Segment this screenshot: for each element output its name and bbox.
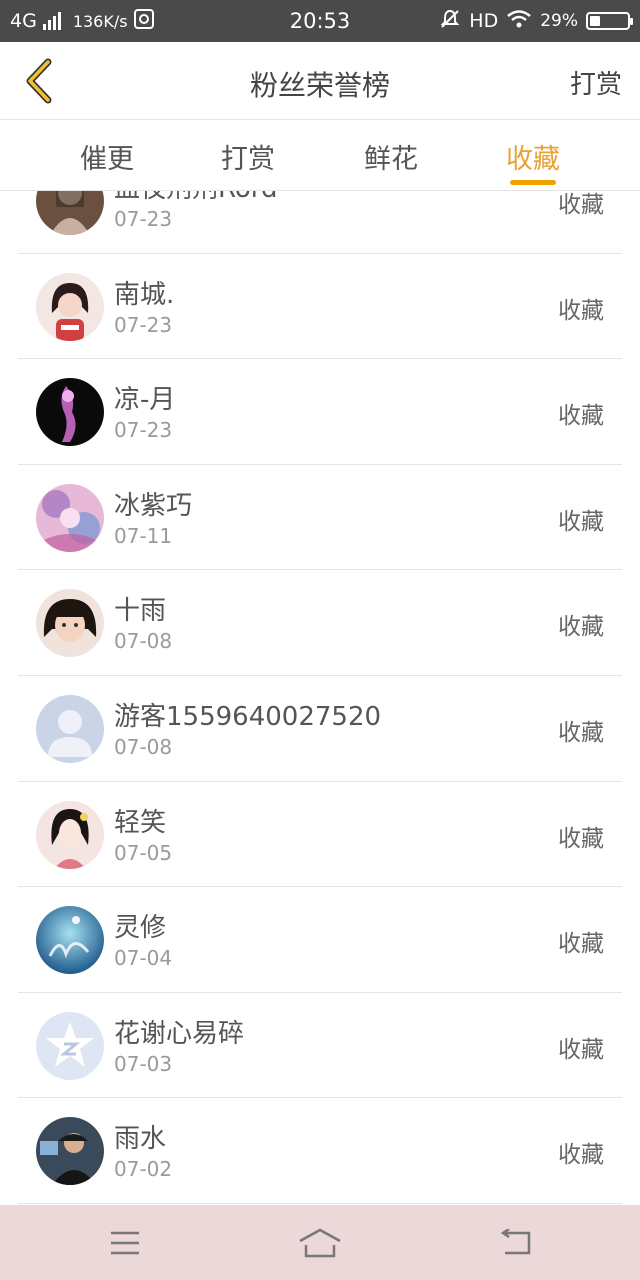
home-button[interactable] (298, 1223, 342, 1263)
mute-icon (439, 8, 461, 35)
system-nav-bar (0, 1205, 640, 1280)
list-item[interactable]: 灵修 07-04 收藏 (0, 887, 640, 993)
divider (18, 1202, 622, 1204)
tab-reward[interactable]: 打赏 (198, 137, 298, 176)
menu-icon (111, 1231, 139, 1255)
tab-urge[interactable]: 催更 (57, 137, 157, 176)
list-item[interactable]: 冰紫巧 07-11 收藏 (0, 465, 640, 571)
list-item[interactable]: 雨水 07-02 收藏 (0, 1098, 640, 1204)
list-item[interactable]: 十雨 07-08 收藏 (0, 570, 640, 676)
fan-date: 07-08 (114, 629, 173, 654)
battery-icon (586, 12, 633, 30)
avatar[interactable] (36, 483, 104, 552)
fan-name: 花谢心易碎 (114, 1018, 245, 1049)
back-nav-button[interactable] (494, 1223, 538, 1263)
fan-date: 07-03 (114, 1051, 173, 1076)
fan-name: 灵修 (114, 913, 167, 944)
reward-button[interactable]: 打赏 (570, 64, 622, 101)
status-bar: 4G 136K/s 20:53 HD 29% (0, 0, 640, 42)
avatar[interactable] (36, 378, 104, 447)
fan-action: 收藏 (558, 297, 604, 324)
fan-name: 雨水 (114, 1124, 167, 1155)
fan-date: 07-23 (114, 312, 173, 337)
avatar[interactable] (36, 800, 104, 869)
fan-action: 收藏 (558, 614, 604, 641)
fan-name: 游客1559640027520 (114, 701, 382, 732)
list-item[interactable]: 凉-月 07-23 收藏 (0, 359, 640, 465)
list-item[interactable]: 花谢心易碎 07-03 收藏 (0, 993, 640, 1099)
battery-label: 29% (540, 11, 578, 31)
tab-flowers[interactable]: 鲜花 (341, 137, 441, 176)
avatar[interactable] (36, 1011, 104, 1080)
fan-action: 收藏 (558, 508, 604, 535)
fan-action: 收藏 (558, 1036, 604, 1063)
tab-favorites[interactable]: 收藏 (483, 137, 583, 176)
menu-button[interactable] (103, 1223, 147, 1263)
list-item[interactable]: 轻笑 07-05 收藏 (0, 782, 640, 888)
fan-date: 07-23 (114, 207, 173, 231)
avatar[interactable] (36, 906, 104, 975)
avatar[interactable] (36, 694, 104, 763)
fan-action: 收藏 (558, 403, 604, 430)
fan-name: 十雨 (114, 596, 167, 627)
fan-action: 收藏 (558, 931, 604, 958)
status-right: HD 29% (439, 0, 633, 42)
list-item[interactable]: 南城. 07-23 收藏 (0, 254, 640, 360)
avatar[interactable] (36, 272, 104, 341)
fan-date: 07-08 (114, 734, 173, 759)
fan-date: 07-23 (114, 418, 173, 443)
list-item[interactable]: 血夜剂剂Rord 07-23 收藏 (0, 191, 640, 254)
fan-name: 凉-月 (114, 385, 176, 416)
wifi-icon (506, 9, 532, 34)
fan-date: 07-05 (114, 840, 173, 865)
fan-date: 07-04 (114, 946, 173, 971)
fan-name: 冰紫巧 (114, 490, 193, 521)
fan-name: 血夜剂剂Rord (114, 191, 278, 205)
page-title: 粉丝荣誉榜 (249, 69, 390, 102)
fan-action: 收藏 (558, 192, 604, 218)
avatar[interactable] (36, 589, 104, 658)
back-icon (500, 1229, 531, 1255)
avatar[interactable] (36, 191, 104, 235)
fan-name: 南城. (114, 279, 175, 310)
fan-action: 收藏 (558, 1142, 604, 1169)
home-icon (299, 1228, 341, 1258)
active-tab-indicator (510, 180, 556, 185)
fan-date: 07-11 (114, 523, 173, 548)
app-header: 粉丝荣誉榜 打赏 (0, 42, 640, 120)
list-item[interactable]: 游客1559640027520 07-08 收藏 (0, 676, 640, 782)
avatar[interactable] (36, 1117, 104, 1186)
fan-date: 07-02 (114, 1157, 173, 1182)
fan-action: 收藏 (558, 825, 604, 852)
fan-name: 轻笑 (114, 807, 167, 838)
fan-action: 收藏 (558, 719, 604, 746)
hd-label: HD (469, 10, 499, 32)
fan-list[interactable]: 血夜剂剂Rord 07-23 收藏 南城. 07-23 收藏 凉-月 07-23… (0, 191, 640, 1205)
